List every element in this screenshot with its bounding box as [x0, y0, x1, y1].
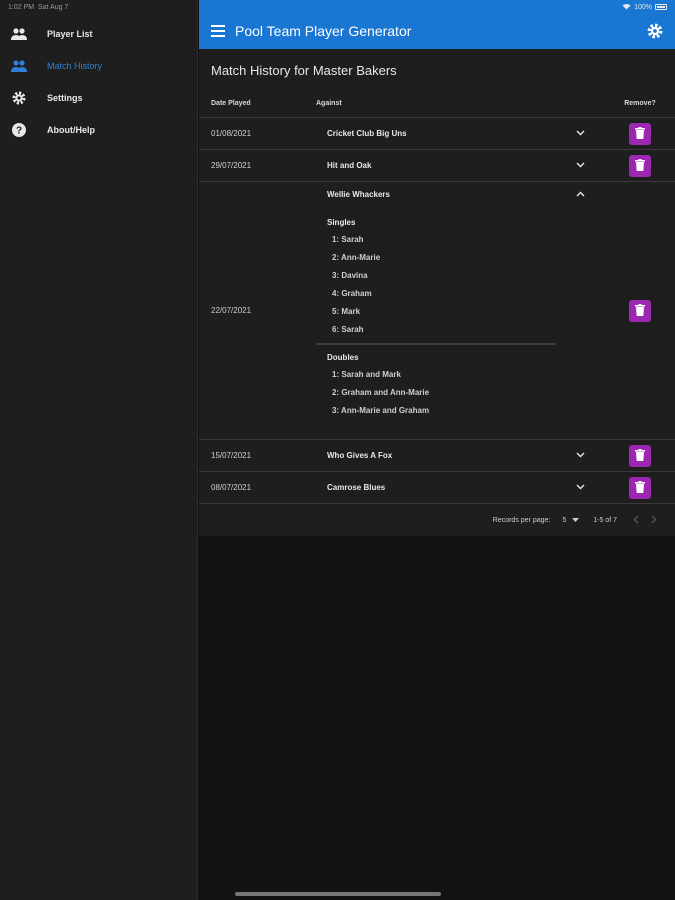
table-row: 29/07/2021 Hit and Oak — [199, 150, 675, 182]
status-right: 100% — [622, 3, 667, 12]
sidebar-item-settings[interactable]: Settings — [0, 82, 197, 114]
singles-item: 6: Sarah — [332, 325, 364, 334]
doubles-item: 3: Ann-Marie and Graham — [332, 406, 430, 415]
page-range: 1-5 of 7 — [593, 516, 617, 524]
battery-icon — [655, 4, 667, 10]
chevron-left-icon[interactable] — [633, 515, 639, 526]
row-date: 01/08/2021 — [211, 129, 252, 138]
sidebar-item-about-help[interactable]: ? About/Help — [0, 114, 197, 146]
delete-button[interactable] — [629, 122, 651, 145]
sidebar-item-label: Settings — [47, 93, 83, 103]
home-indicator[interactable] — [235, 892, 441, 896]
status-time: 1:02 PM Sat Aug 7 — [8, 3, 69, 11]
svg-text:?: ? — [16, 126, 22, 137]
header-against: Against — [316, 99, 342, 107]
chevron-down-icon[interactable] — [576, 161, 585, 170]
trash-icon — [635, 480, 645, 495]
doubles-item: 1: Sarah and Mark — [332, 370, 401, 379]
battery-percent: 100% — [634, 3, 652, 11]
chevron-down-icon[interactable] — [576, 129, 585, 138]
doubles-item: 2: Graham and Ann-Marie — [332, 388, 430, 397]
remove-cell — [605, 299, 675, 322]
people-icon — [11, 26, 27, 42]
remove-cell — [605, 444, 675, 467]
people-icon — [11, 58, 27, 74]
divider — [316, 343, 556, 345]
trash-icon — [635, 126, 645, 141]
table-row: 01/08/2021 Cricket Club Big Uns — [199, 118, 675, 150]
rows-per-page-select[interactable]: 5 — [562, 516, 580, 524]
row-against[interactable]: Hit and Oak — [316, 161, 605, 170]
gear-icon — [11, 90, 27, 106]
doubles-title: Doubles — [327, 353, 359, 362]
opponent-name: Cricket Club Big Uns — [327, 129, 407, 138]
table-row-expanded: 22/07/2021 Wellie Whackers Singles 1: Sa… — [199, 182, 675, 440]
card-title: Match History for Master Bakers — [211, 63, 397, 78]
sidebar-item-label: About/Help — [47, 125, 95, 135]
sidebar: Player List Match History Settings ? Abo… — [0, 0, 198, 900]
trash-icon — [635, 448, 645, 463]
opponent-name: Hit and Oak — [327, 161, 372, 170]
remove-cell — [605, 122, 675, 145]
chevron-down-icon[interactable] — [576, 483, 585, 492]
chevron-down-icon[interactable] — [576, 451, 585, 460]
match-history-card: Match History for Master Bakers Date Pla… — [199, 49, 675, 536]
singles-item: 3: Davina — [332, 271, 368, 280]
row-against[interactable]: Camrose Blues — [316, 483, 605, 492]
rows-per-page-label: Records per page: — [492, 516, 551, 524]
delete-button[interactable] — [629, 476, 651, 499]
menu-icon[interactable] — [211, 24, 225, 37]
table-row: 08/07/2021 Camrose Blues — [199, 472, 675, 504]
singles-item: 4: Graham — [332, 289, 372, 298]
singles-item: 5: Mark — [332, 307, 361, 316]
sidebar-item-player-list[interactable]: Player List — [0, 18, 197, 50]
singles-item: 2: Ann-Marie — [332, 253, 381, 262]
delete-button[interactable] — [629, 154, 651, 177]
sidebar-item-label: Match History — [47, 61, 103, 71]
settings-gear-icon[interactable] — [647, 23, 663, 39]
row-date: 29/07/2021 — [211, 161, 252, 170]
chevron-up-icon[interactable] — [576, 190, 585, 204]
row-date: 22/07/2021 — [211, 306, 252, 315]
row-against[interactable]: Cricket Club Big Uns — [316, 129, 605, 138]
singles-title: Singles — [327, 218, 356, 227]
opponent-name: Camrose Blues — [327, 483, 386, 492]
row-date: 15/07/2021 — [211, 451, 252, 460]
main-content: Match History for Master Bakers Date Pla… — [199, 49, 675, 536]
pagination-footer: Records per page: 5 1-5 of 7 — [199, 504, 675, 536]
wifi-icon — [622, 3, 631, 12]
app-title: Pool Team Player Generator — [235, 22, 412, 39]
table-row: 15/07/2021 Who Gives A Fox — [199, 440, 675, 472]
delete-button[interactable] — [629, 299, 651, 322]
row-against[interactable]: Wellie Whackers — [316, 190, 605, 204]
chevron-right-icon[interactable] — [651, 515, 657, 526]
sidebar-item-match-history[interactable]: Match History — [0, 50, 197, 82]
trash-icon — [635, 303, 645, 318]
opponent-name: Who Gives A Fox — [327, 451, 393, 460]
remove-cell — [605, 154, 675, 177]
header-date: Date Played — [211, 99, 251, 107]
table-header: Date Played Against Remove? — [199, 89, 675, 118]
caret-down-icon — [572, 517, 580, 524]
rows-per-page-value: 5 — [562, 516, 567, 524]
sidebar-item-label: Player List — [47, 29, 93, 39]
header-remove: Remove? — [624, 99, 656, 107]
trash-icon — [635, 158, 645, 173]
row-details: Wellie Whackers Singles 1: Sarah 2: Ann-… — [316, 182, 605, 420]
row-date: 08/07/2021 — [211, 483, 252, 492]
status-bar: 1:02 PM Sat Aug 7 100% — [0, 0, 675, 14]
delete-button[interactable] — [629, 444, 651, 467]
remove-cell — [605, 476, 675, 499]
page-arrows — [633, 515, 657, 526]
help-icon: ? — [11, 122, 27, 138]
singles-item: 1: Sarah — [332, 235, 364, 244]
row-against[interactable]: Who Gives A Fox — [316, 451, 605, 460]
opponent-name: Wellie Whackers — [327, 190, 390, 199]
